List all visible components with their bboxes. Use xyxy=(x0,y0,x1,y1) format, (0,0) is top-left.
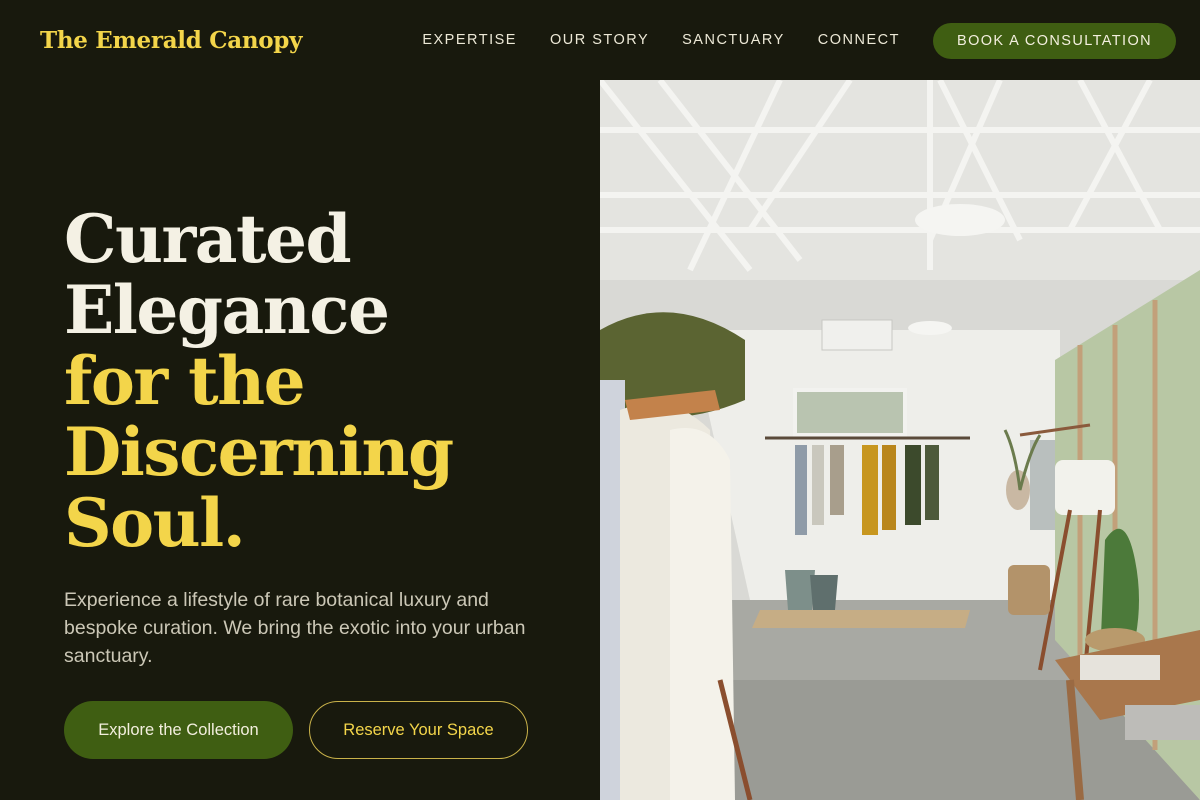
hero-heading-line-accent: for the xyxy=(64,342,306,420)
nav-link-expertise[interactable]: EXPERTISE xyxy=(422,32,517,48)
main-nav: EXPERTISE OUR STORY SANCTUARY CONNECT BO… xyxy=(422,21,1176,59)
hero-description: Experience a lifestyle of rare botanical… xyxy=(64,589,526,667)
hero-heading-line-accent: Discerning xyxy=(64,413,454,491)
hero-heading-line-accent: Soul. xyxy=(64,484,246,562)
reserve-space-button[interactable]: Reserve Your Space xyxy=(309,701,528,759)
hero-heading: Curated Elegance for the Discerning Soul… xyxy=(64,204,584,559)
nav-link-sanctuary[interactable]: SANCTUARY xyxy=(682,32,785,48)
hero-heading-line: Elegance xyxy=(64,271,390,349)
site-header: The Emerald Canopy EXPERTISE OUR STORY S… xyxy=(0,0,1200,80)
nav-link-our-story[interactable]: OUR STORY xyxy=(550,32,649,48)
book-consultation-button[interactable]: BOOK A CONSULTATION xyxy=(933,23,1176,59)
explore-collection-button[interactable]: Explore the Collection xyxy=(64,701,293,759)
landing-page: The Emerald Canopy EXPERTISE OUR STORY S… xyxy=(0,0,1200,800)
nav-link-connect[interactable]: CONNECT xyxy=(818,32,900,48)
hero-heading-line: Curated xyxy=(64,200,352,278)
boutique-interior-image xyxy=(600,80,1200,800)
brand-logo[interactable]: The Emerald Canopy xyxy=(40,27,302,54)
